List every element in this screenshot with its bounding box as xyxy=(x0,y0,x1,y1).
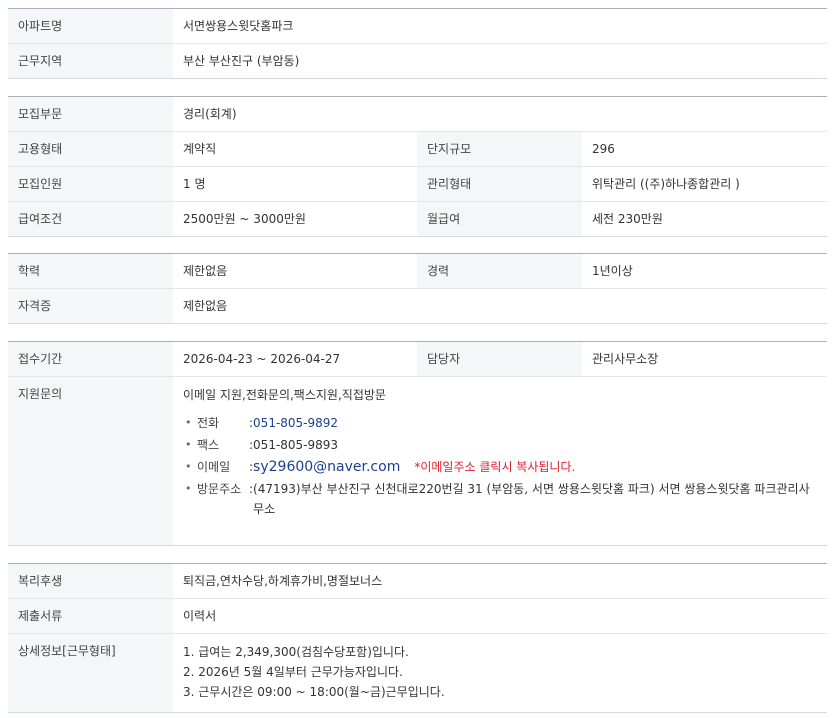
inquiry-label: 지원문의 xyxy=(18,387,63,401)
detail-line: 3. 근무시간은 09:00 ~ 18:00(월~금)근무입니다. xyxy=(183,685,445,699)
period-label: 접수기간 xyxy=(18,352,63,366)
phone-link[interactable]: 051-805-9892 xyxy=(253,416,338,430)
apply-section: 접수기간 2026-04-23 ~ 2026-04-27 담당자 관리사무소장 … xyxy=(8,341,827,546)
list-item: 이메일:sy29600@naver.com*이메일주소 클릭시 복사됩니다. xyxy=(183,457,817,477)
contact-list: 전화:051-805-9892 팩스:051-805-9893 이메일:sy29… xyxy=(183,413,817,519)
monthly-label: 월급여 xyxy=(427,212,461,226)
dept-label: 모집부문 xyxy=(18,107,63,121)
mgmt-label: 관리형태 xyxy=(427,177,472,191)
count-value: 1 명 xyxy=(183,177,206,191)
license-label: 자격증 xyxy=(18,299,52,313)
manager-value: 관리사무소장 xyxy=(592,352,659,366)
complex-label: 단지규모 xyxy=(427,142,472,156)
email-label: 이메일 xyxy=(197,460,231,474)
detail-line: 2. 2026년 5월 4일부터 근무가능자입니다. xyxy=(183,665,403,679)
mgmt-value: 위탁관리 ((주)하나종합관리 ) xyxy=(592,177,740,191)
dept-value: 경리(회계) xyxy=(183,107,237,121)
docs-label: 제출서류 xyxy=(18,609,63,623)
period-value: 2026-04-23 ~ 2026-04-27 xyxy=(183,352,341,366)
docs-value: 이력서 xyxy=(183,609,217,623)
count-label: 모집인원 xyxy=(18,177,63,191)
career-label: 경력 xyxy=(427,264,450,278)
phone-label: 전화 xyxy=(197,416,220,430)
edu-label: 학력 xyxy=(18,264,41,278)
list-item: 팩스:051-805-9893 xyxy=(183,435,817,455)
etc-section: 복리후생 퇴직금,연차수당,하계휴가비,명절보너스 제출서류 이력서 상세정보[… xyxy=(8,563,827,713)
welfare-value: 퇴직금,연차수당,하계휴가비,명절보너스 xyxy=(183,574,383,588)
list-item: 전화:051-805-9892 xyxy=(183,413,817,433)
apartment-name-value: 서면쌍용스윗닷홈파크 xyxy=(183,19,294,33)
table-row: 모집인원 1 명 관리형태 위탁관리 ((주)하나종합관리 ) xyxy=(8,166,828,202)
label-cell: 아파트명 xyxy=(8,9,173,44)
table-row: 상세정보[근무형태] 1. 급여는 2,349,300(검침수당포함)입니다. … xyxy=(8,633,827,712)
detail-content: 1. 급여는 2,349,300(검침수당포함)입니다. 2. 2026년 5월… xyxy=(173,634,827,712)
fax-value: 051-805-9893 xyxy=(253,438,339,452)
detail-line: 1. 급여는 2,349,300(검침수당포함)입니다. xyxy=(183,645,409,659)
apartment-name-label: 아파트명 xyxy=(18,19,63,33)
region-label: 근무지역 xyxy=(18,54,63,68)
recruit-section: 모집부문 경리(회계) 고용형태 계약직 단지규모 296 모집인원 1 명 관… xyxy=(8,96,828,237)
email-copy-note: *이메일주소 클릭시 복사됩니다. xyxy=(414,460,576,474)
qualification-section: 학력 제한없음 경력 1년이상 자격증 제한없음 xyxy=(8,253,827,324)
table-row: 접수기간 2026-04-23 ~ 2026-04-27 담당자 관리사무소장 xyxy=(8,342,827,377)
table-row: 학력 제한없음 경력 1년이상 xyxy=(8,254,827,289)
salary-value: 2500만원 ~ 3000만원 xyxy=(183,212,306,226)
table-row: 자격증 제한없음 xyxy=(8,288,827,323)
table-row: 급여조건 2500만원 ~ 3000만원 월급여 세전 230만원 xyxy=(8,201,827,236)
complex-value: 296 xyxy=(592,142,615,156)
career-value: 1년이상 xyxy=(592,264,633,278)
visit-address: (47193)부산 부산진구 신천대로220번길 31 (부암동, 서면 쌍용스… xyxy=(253,482,810,516)
inquiry-methods: 이메일 지원,전화문의,팩스지원,직접방문 xyxy=(183,388,386,402)
welfare-label: 복리후생 xyxy=(18,574,63,588)
region-value: 부산 부산진구 (부암동) xyxy=(183,54,300,68)
edu-value: 제한없음 xyxy=(183,264,228,278)
manager-label: 담당자 xyxy=(427,352,461,366)
table-row: 아파트명 서면쌍용스윗닷홈파크 xyxy=(8,9,827,44)
employment-label: 고용형태 xyxy=(18,142,63,156)
table-row: 고용형태 계약직 단지규모 296 xyxy=(8,131,828,167)
list-item: 방문주소:(47193)부산 부산진구 신천대로220번길 31 (부암동, 서… xyxy=(183,479,817,519)
salary-label: 급여조건 xyxy=(18,212,63,226)
table-row: 복리후생 퇴직금,연차수당,하계휴가비,명절보너스 xyxy=(8,564,827,599)
inquiry-content: 이메일 지원,전화문의,팩스지원,직접방문 전화:051-805-9892 팩스… xyxy=(173,377,827,531)
email-link[interactable]: sy29600@naver.com xyxy=(253,459,400,475)
table-row: 모집부문 경리(회계) xyxy=(8,97,828,132)
table-row: 지원문의 이메일 지원,전화문의,팩스지원,직접방문 전화:051-805-98… xyxy=(8,376,827,545)
detail-label: 상세정보[근무형태] xyxy=(18,644,116,658)
table-row: 근무지역 부산 부산진구 (부암동) xyxy=(8,43,827,78)
table-row: 제출서류 이력서 xyxy=(8,598,827,634)
apartment-section: 아파트명 서면쌍용스윗닷홈파크 근무지역 부산 부산진구 (부암동) xyxy=(8,8,827,79)
license-value: 제한없음 xyxy=(183,299,228,313)
employment-value: 계약직 xyxy=(183,142,217,156)
monthly-value: 세전 230만원 xyxy=(592,212,663,226)
fax-label: 팩스 xyxy=(197,438,220,452)
visit-label: 방문주소 xyxy=(197,482,242,496)
